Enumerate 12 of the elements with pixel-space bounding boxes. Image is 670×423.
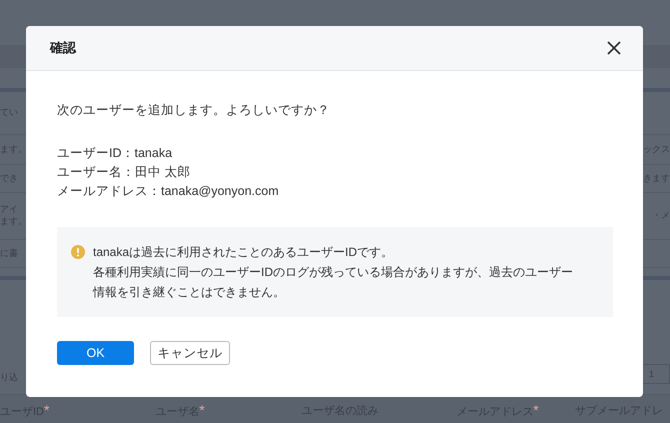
notice-text: 情報を引き継ぐことはできません。 bbox=[93, 284, 286, 301]
notice-text: tanakaは過去に利用されたことのあるユーザーIDです。 bbox=[93, 244, 394, 261]
cancel-button[interactable]: キャンセル bbox=[150, 341, 230, 365]
confirmation-message: 次のユーザーを追加します。よろしいですか？ bbox=[57, 102, 331, 119]
detail-line: ユーザーID：tanaka bbox=[57, 145, 174, 162]
ok-button[interactable]: OK bbox=[57, 341, 134, 365]
dialog-title: 確認 bbox=[50, 39, 76, 57]
close-icon[interactable] bbox=[607, 41, 621, 55]
warning-icon bbox=[71, 245, 85, 259]
detail-line: ユーザー名：田中 太郎 bbox=[57, 164, 192, 181]
notice-text: 各種利用実績に同一のユーザーIDのログが残っている場合がありますが、過去のユーザー bbox=[93, 264, 573, 281]
detail-line: メールアドレス：tanaka@yonyon.com bbox=[57, 183, 280, 200]
